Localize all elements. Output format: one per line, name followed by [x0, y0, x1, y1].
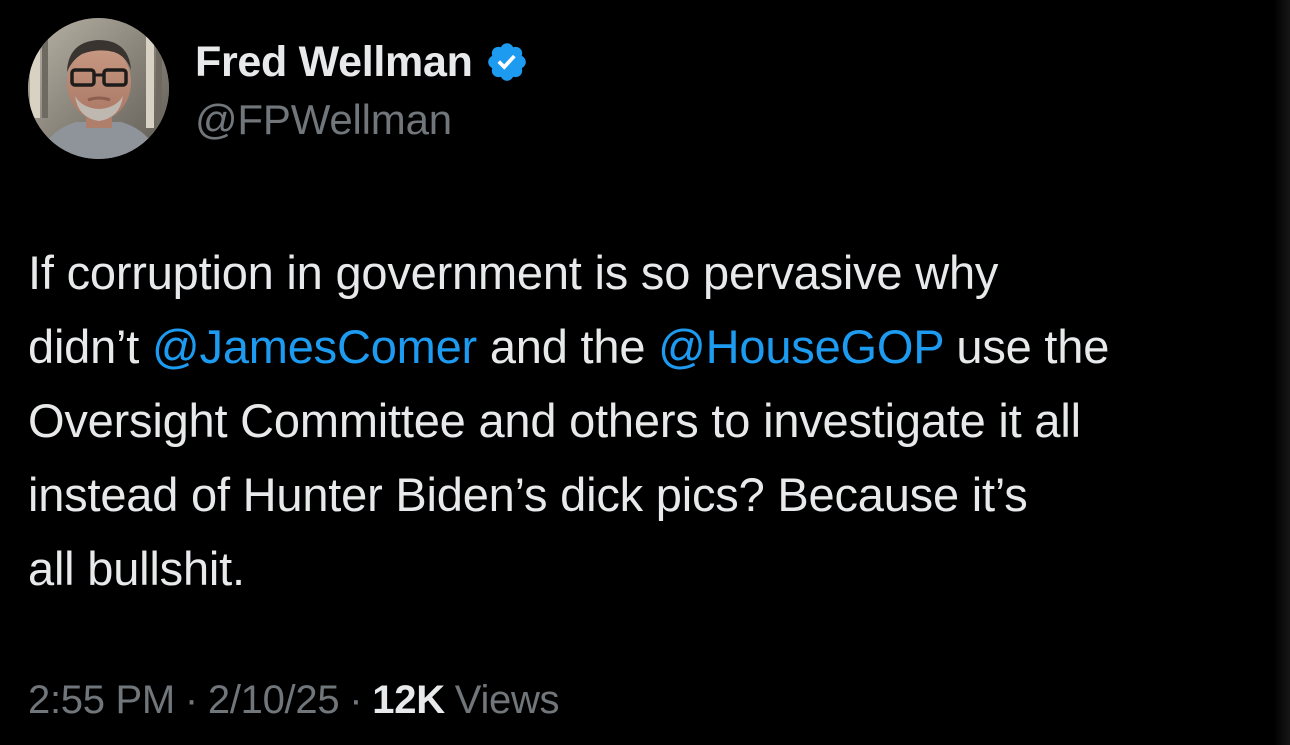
tweet-line: all bullshit. — [28, 532, 1278, 606]
meta-separator: · — [349, 678, 363, 722]
tweet-text: If corruption in government is so pervas… — [28, 236, 1278, 606]
avatar-photo-icon — [28, 17, 169, 159]
tweet-text-segment: instead of Hunter Biden’s dick pics? Bec… — [28, 468, 1028, 521]
tweet-time[interactable]: 2:55 PM — [28, 678, 175, 723]
tweet-text-segment: use the — [943, 320, 1110, 373]
right-edge-shadow — [1274, 0, 1290, 745]
views-label[interactable]: Views — [455, 678, 560, 723]
views-count[interactable]: 12K — [372, 678, 445, 723]
author-identity: Fred Wellman @FPWellman — [195, 32, 529, 144]
verified-badge-icon[interactable] — [485, 40, 529, 84]
tweet-metadata: 2:55 PM · 2/10/25 · 12K Views — [28, 678, 560, 723]
tweet-card: Fred Wellman @FPWellman If corruption in… — [0, 0, 1290, 745]
tweet-date[interactable]: 2/10/25 — [208, 678, 340, 723]
tweet-line: didn’t @JamesComer and the @HouseGOP use… — [28, 310, 1278, 384]
tweet-header: Fred Wellman @FPWellman — [28, 17, 529, 159]
tweet-text-segment: Oversight Committee and others to invest… — [28, 394, 1081, 447]
mention-link-housegop[interactable]: @HouseGOP — [658, 320, 944, 373]
avatar[interactable] — [28, 17, 169, 159]
mention-link-jamescomer[interactable]: @JamesComer — [152, 320, 477, 373]
tweet-text-segment: all bullshit. — [28, 542, 245, 595]
name-row: Fred Wellman — [195, 32, 529, 92]
tweet-line: instead of Hunter Biden’s dick pics? Bec… — [28, 458, 1278, 532]
author-display-name[interactable]: Fred Wellman — [195, 38, 473, 87]
tweet-text-segment: If corruption in government is so pervas… — [28, 246, 999, 299]
meta-separator: · — [184, 678, 198, 722]
tweet-text-segment: and the — [477, 320, 659, 373]
tweet-line: Oversight Committee and others to invest… — [28, 384, 1278, 458]
author-handle[interactable]: @FPWellman — [195, 96, 529, 144]
tweet-line: If corruption in government is so pervas… — [28, 236, 1278, 310]
tweet-text-segment: didn’t — [28, 320, 153, 373]
